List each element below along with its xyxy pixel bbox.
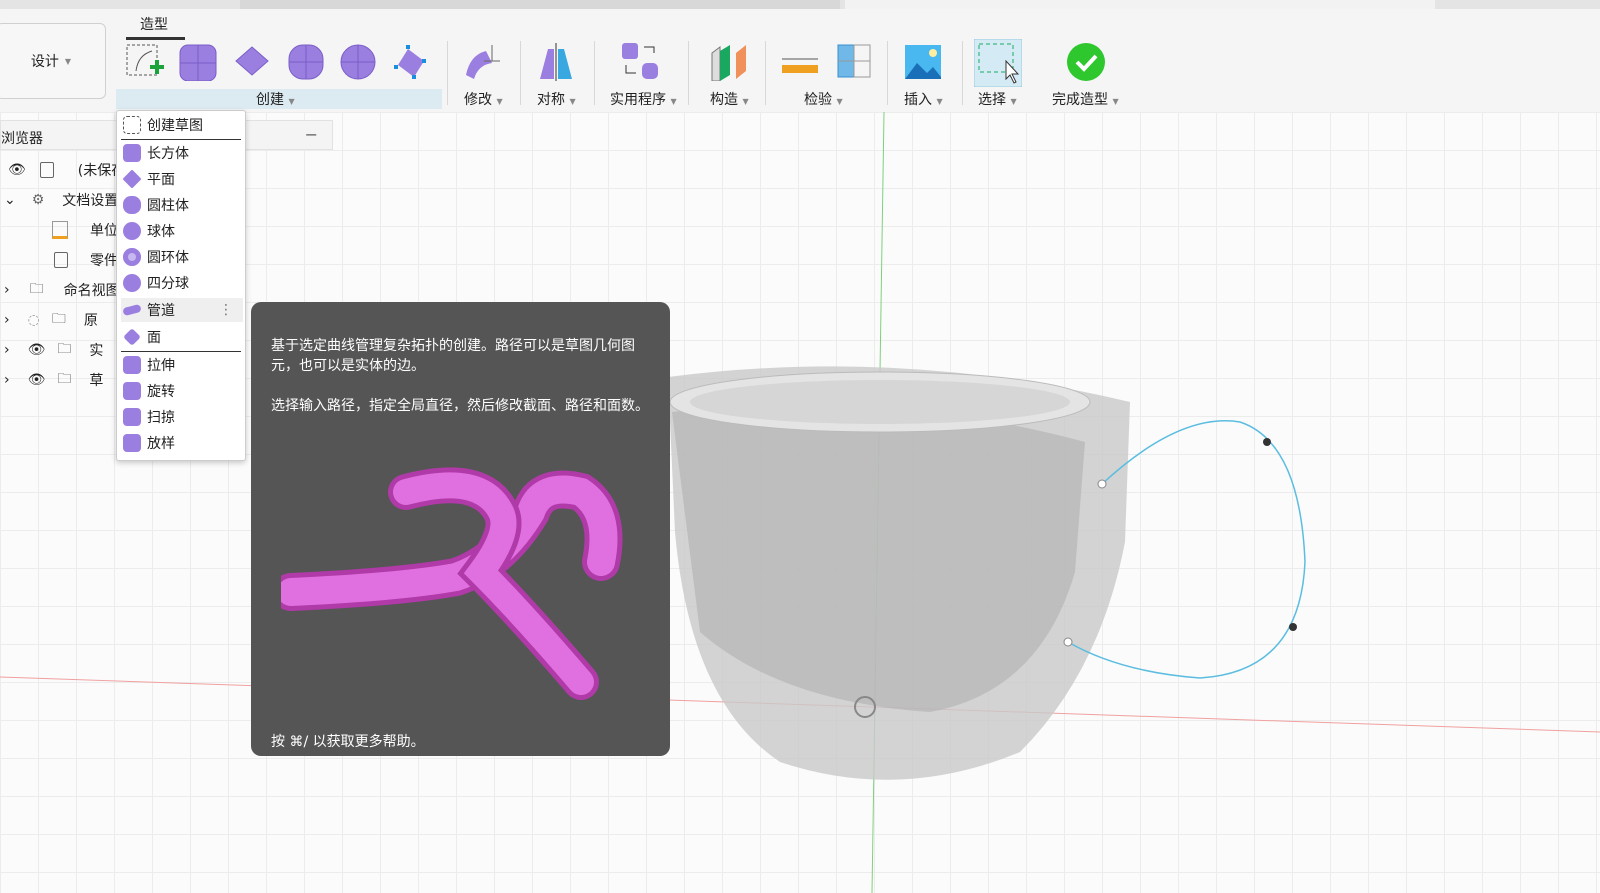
tree-sketches[interactable]: › 👁 🗀 草: [4, 366, 103, 394]
eye-icon: 👁: [27, 342, 46, 358]
box-icon[interactable]: [178, 41, 218, 81]
gear-icon: ⚙: [31, 192, 45, 208]
create-dropdown-menu: 创建草图 长方体 平面 圆柱体 球体 圆环体 四分球 管道 ⋮ 面 拉伸 旋转 扫…: [116, 110, 246, 461]
sphere-icon[interactable]: [338, 41, 378, 81]
tree-parts[interactable]: 零件: [54, 246, 118, 274]
folder-icon: 🗀: [51, 311, 66, 327]
create-sketch-icon: [123, 116, 141, 134]
menu-item-quadball[interactable]: 四分球: [121, 271, 243, 295]
minimize-icon[interactable]: −: [305, 125, 318, 144]
units-icon: [52, 221, 68, 239]
face-icon: [123, 328, 141, 346]
menu-item-loft[interactable]: 放样: [121, 431, 243, 455]
menu-item-cylinder[interactable]: 圆柱体: [121, 193, 243, 217]
finish-form-label[interactable]: 完成造型 ▼: [1052, 89, 1119, 109]
insert-group-label[interactable]: 插入 ▼: [904, 89, 943, 109]
chevron-right-icon: ›: [4, 282, 10, 298]
face-icon[interactable]: [392, 41, 432, 81]
sphere-icon: [123, 222, 141, 240]
extrude-icon: [123, 356, 141, 374]
chevron-down-icon: ⌄: [4, 192, 16, 208]
part-icon: [54, 252, 68, 268]
pipe-tooltip: 基于选定曲线管理复杂拓扑的创建。路径可以是草图几何图元，也可以是实体的边。 选择…: [251, 302, 670, 756]
pipe-illustration: [281, 467, 623, 700]
menu-item-create-sketch[interactable]: 创建草图: [121, 113, 243, 137]
tree-units[interactable]: 单位: [52, 216, 118, 244]
folder-icon: 🗀: [57, 341, 72, 357]
select-group-label[interactable]: 选择 ▼: [978, 89, 1017, 109]
torus-icon: [123, 248, 141, 266]
active-tab-indicator: [126, 37, 185, 40]
tree-root[interactable]: 👁 (未保存: [8, 156, 125, 184]
tooltip-description: 基于选定曲线管理复杂拓扑的创建。路径可以是草图几何图元，也可以是实体的边。: [271, 338, 635, 374]
menu-item-torus[interactable]: 圆环体: [121, 245, 243, 269]
menu-item-pipe[interactable]: 管道 ⋮: [121, 298, 243, 322]
document-tabs: [0, 0, 1600, 9]
eye-icon: 👁: [27, 372, 46, 388]
tree-bodies[interactable]: › 👁 🗀 实: [4, 336, 103, 364]
tooltip-help-hint: 按 ⌘/ 以获取更多帮助。: [271, 734, 425, 750]
plane-icon[interactable]: [232, 41, 272, 81]
utilities-icon[interactable]: [620, 41, 660, 81]
measure-icon[interactable]: [780, 41, 820, 81]
inspect-group-label[interactable]: 检验 ▼: [804, 89, 843, 109]
browser-title: 浏览器: [1, 131, 43, 147]
symmetry-icon[interactable]: [536, 41, 576, 81]
modify-icon[interactable]: [462, 41, 502, 81]
menu-item-face[interactable]: 面: [121, 325, 243, 349]
quadball-icon: [123, 274, 141, 292]
folder-icon: 🗀: [29, 281, 44, 297]
cylinder-icon[interactable]: [286, 41, 326, 81]
more-options-icon[interactable]: ⋮: [219, 302, 233, 318]
toolbar: 设计 ▼ 造型 创建 ▼ 修改 ▼ 对称 ▼ 实用程序 ▼ 构造 ▼ 检验 ▼ 插…: [0, 9, 1600, 112]
insert-image-icon[interactable]: [903, 41, 943, 81]
revolve-icon: [123, 382, 141, 400]
modify-group-label[interactable]: 修改 ▼: [464, 89, 503, 109]
loft-icon: [123, 434, 141, 452]
finish-form-icon[interactable]: [1066, 41, 1106, 81]
plane-icon: [122, 169, 142, 189]
create-group-label[interactable]: 创建 ▼: [256, 89, 295, 109]
menu-item-revolve[interactable]: 旋转: [121, 379, 243, 403]
chevron-down-icon: ▼: [64, 56, 72, 66]
menu-item-sphere[interactable]: 球体: [121, 219, 243, 243]
pipe-icon: [122, 303, 142, 317]
eye-hidden-icon: ◌: [27, 312, 40, 328]
menu-item-sweep[interactable]: 扫掠: [121, 405, 243, 429]
create-sketch-icon[interactable]: [124, 41, 164, 81]
section-analysis-icon[interactable]: [834, 41, 874, 81]
select-icon[interactable]: [974, 39, 1022, 87]
menu-item-box[interactable]: 长方体: [121, 141, 243, 165]
construct-group-label[interactable]: 构造 ▼: [710, 89, 749, 109]
tree-document-settings[interactable]: ⌄ ⚙ 文档设置: [4, 186, 118, 214]
folder-icon: 🗀: [57, 371, 72, 387]
tree-origin[interactable]: › ◌ 🗀 原: [4, 306, 98, 334]
construct-icon[interactable]: [708, 41, 748, 81]
symmetry-group-label[interactable]: 对称 ▼: [537, 89, 576, 109]
workspace-dropdown[interactable]: 设计 ▼: [0, 23, 106, 99]
cylinder-icon: [123, 196, 141, 214]
sweep-icon: [123, 408, 141, 426]
menu-item-extrude[interactable]: 拉伸: [121, 353, 243, 377]
component-icon: [39, 162, 54, 178]
utilities-group-label[interactable]: 实用程序 ▼: [610, 89, 677, 109]
menu-item-plane[interactable]: 平面: [121, 167, 243, 191]
tab-form[interactable]: 造型: [140, 14, 168, 34]
workspace-label: 设计: [30, 54, 59, 70]
tree-named-views[interactable]: › 🗀 命名视图: [4, 276, 120, 304]
box-icon: [123, 144, 141, 162]
eye-icon[interactable]: 👁: [8, 162, 26, 178]
tooltip-instructions: 选择输入路径，指定全局直径，然后修改截面、路径和面数。: [271, 398, 649, 414]
